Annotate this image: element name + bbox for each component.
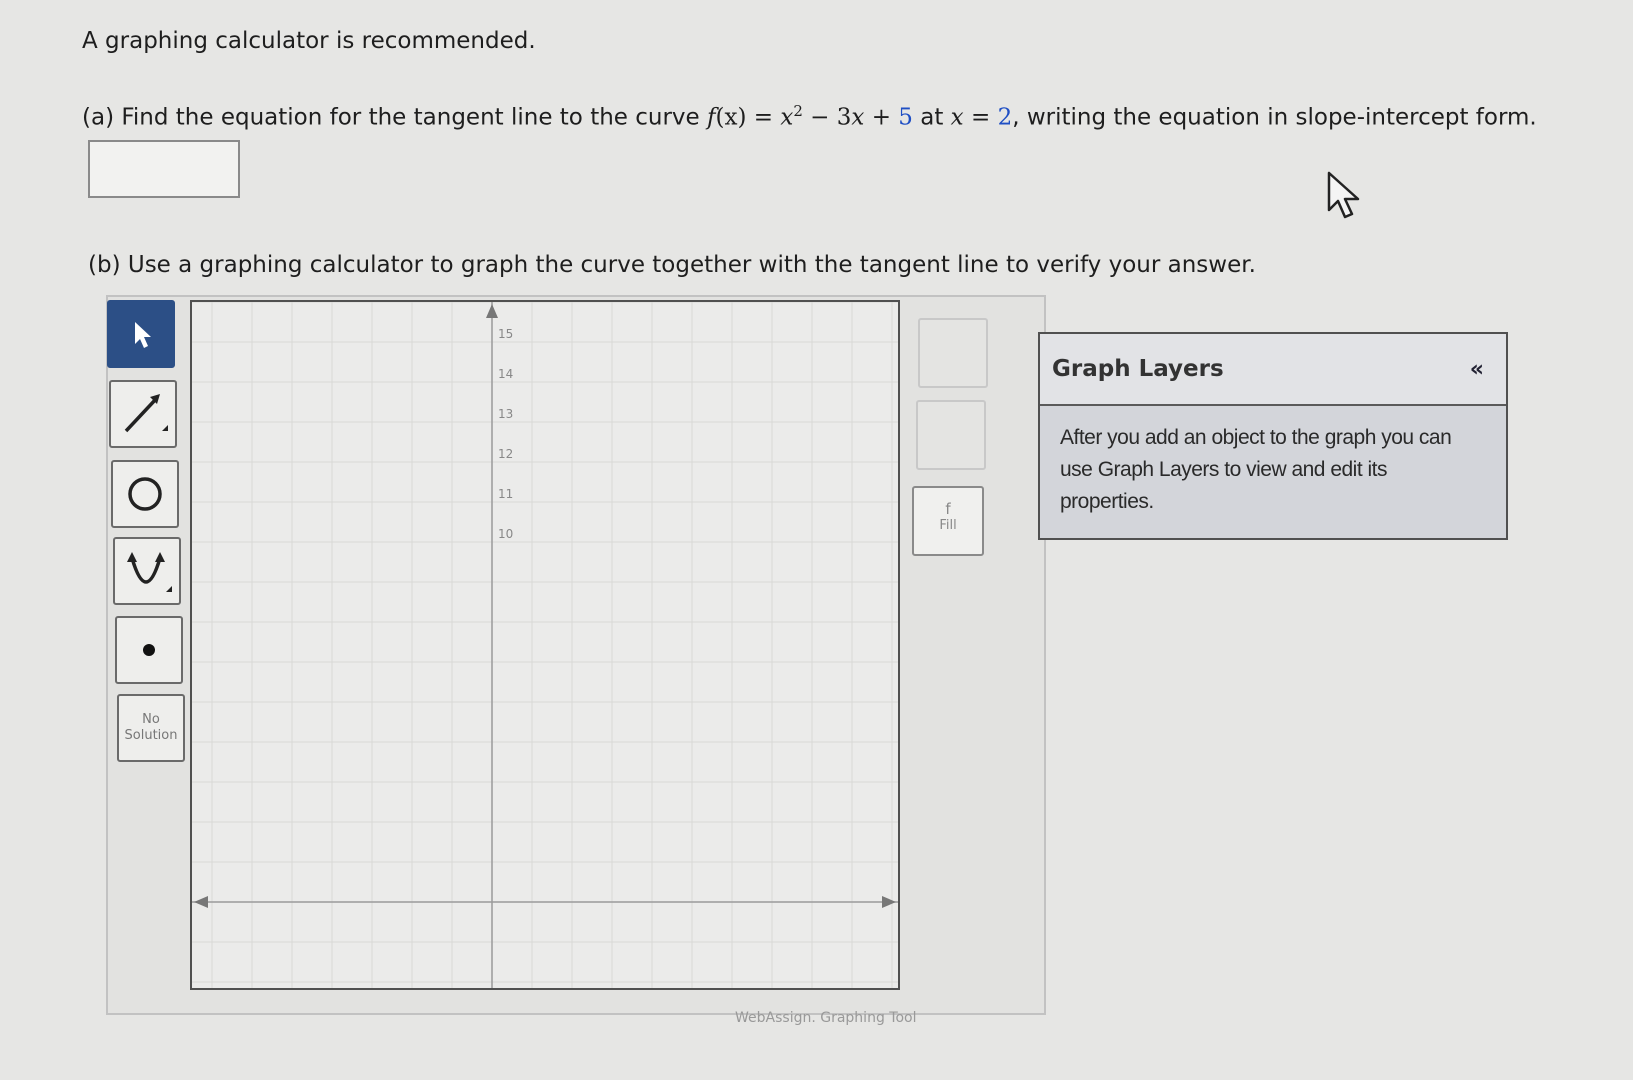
x-term-2: x: [851, 104, 865, 131]
no-solution-line1: No: [142, 712, 160, 727]
point-icon: [143, 644, 155, 656]
constant: 5: [898, 104, 913, 131]
graph-layers-header: Graph Layers «: [1040, 334, 1506, 406]
graph-grid: 15 14 13 12 11 10: [192, 302, 898, 988]
graph-canvas[interactable]: 15 14 13 12 11 10: [190, 300, 900, 990]
part-a-question: (a) Find the equation for the tangent li…: [82, 102, 1537, 131]
circle-tool-button[interactable]: [111, 460, 179, 528]
y-tick-label: 12: [498, 447, 513, 461]
part-a-label: (a) Find the equation for the tangent li…: [82, 104, 700, 131]
mouse-cursor-icon: [1327, 171, 1360, 219]
graph-layers-help-text: After you add an object to the graph you…: [1060, 426, 1452, 513]
part-b-question: (b) Use a graphing calculator to graph t…: [88, 252, 1256, 278]
exponent: 2: [793, 102, 803, 120]
pointer-tool-button[interactable]: [107, 300, 175, 368]
eq-sign-2: =: [963, 104, 998, 131]
graph-layers-panel: Graph Layers « After you add an object t…: [1038, 332, 1508, 540]
y-tick-label: 10: [498, 527, 513, 541]
at-word: at: [912, 104, 951, 131]
fill-button[interactable]: f Fill: [912, 486, 984, 556]
x-var: x: [950, 104, 964, 131]
answer-input[interactable]: [88, 140, 240, 198]
x-value: 2: [997, 104, 1013, 131]
collapse-icon[interactable]: «: [1470, 357, 1484, 382]
plus-sign: +: [864, 104, 899, 131]
y-tick-label: 15: [498, 327, 513, 341]
graph-tool-button-middle[interactable]: [916, 400, 986, 470]
func-arg: (x): [715, 104, 747, 131]
intro-text: A graphing calculator is recommended.: [82, 28, 536, 54]
x-term: x: [780, 104, 794, 131]
fill-icon: f: [945, 500, 951, 518]
graph-tool-button-top[interactable]: [918, 318, 988, 388]
y-tick-label: 14: [498, 367, 513, 381]
y-tick-label: 11: [498, 487, 513, 501]
func-name: f: [707, 104, 716, 131]
no-solution-line2: Solution: [124, 728, 178, 743]
pointer-icon: [135, 322, 151, 348]
eq-sign: =: [746, 104, 781, 131]
y-axis-arrow-icon: [486, 304, 498, 318]
x-axis-left-arrow-icon: [194, 896, 208, 908]
tool-footer-brand: WebAssign. Graphing Tool: [735, 1010, 917, 1026]
parabola-tool-button[interactable]: [113, 537, 181, 605]
fill-label: Fill: [939, 518, 957, 533]
circle-icon: [128, 477, 162, 511]
parabola-icon: [127, 552, 172, 592]
y-tick-label: 13: [498, 407, 513, 421]
graph-layers-title: Graph Layers: [1052, 356, 1224, 382]
x-axis-arrow-icon: [882, 896, 896, 908]
minus-term: − 3: [802, 104, 852, 131]
point-tool-button[interactable]: [115, 616, 183, 684]
line-segment-icon: [124, 394, 168, 433]
part-a-rest: , writing the equation in slope-intercep…: [1012, 104, 1537, 131]
line-tool-button[interactable]: [109, 380, 177, 448]
no-solution-button[interactable]: No Solution: [117, 694, 185, 762]
